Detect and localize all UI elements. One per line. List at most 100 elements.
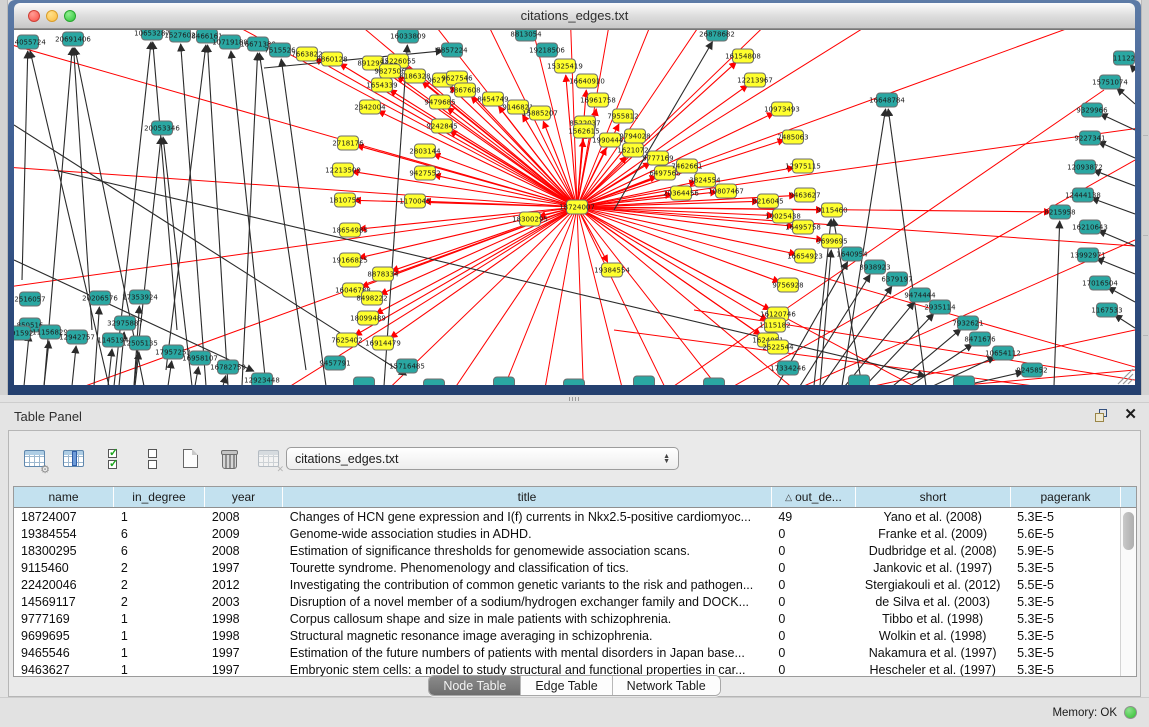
network-node[interactable]: 15325419 bbox=[547, 59, 583, 73]
table-scrollbar-thumb[interactable] bbox=[1123, 512, 1134, 550]
close-panel-icon[interactable]: ✕ bbox=[1124, 407, 1137, 423]
table-cell[interactable]: Disruption of a novel member of a sodium… bbox=[283, 595, 772, 609]
network-node[interactable]: 10654112 bbox=[985, 346, 1021, 360]
network-node[interactable]: 1167533 bbox=[1091, 303, 1122, 317]
split-pane-divider[interactable] bbox=[0, 395, 1149, 403]
table-cell[interactable]: Tourette syndrome. Phenomenology and cla… bbox=[283, 561, 772, 575]
table-row[interactable]: 911546021997Tourette syndrome. Phenomeno… bbox=[14, 559, 1120, 576]
network-node[interactable]: 12975115 bbox=[785, 159, 821, 173]
table-cell[interactable]: 49 bbox=[771, 510, 855, 524]
table-cell[interactable]: 5.3E-5 bbox=[1010, 561, 1120, 575]
column-header-year[interactable]: year bbox=[205, 487, 283, 507]
table-cell[interactable]: Stergiakouli et al. (2012) bbox=[855, 578, 1010, 592]
table-row[interactable]: 1938455462009Genome-wide association stu… bbox=[14, 525, 1120, 542]
network-node[interactable]: 12213509 bbox=[325, 163, 361, 177]
table-cell[interactable]: 0 bbox=[771, 544, 855, 558]
network-node[interactable] bbox=[494, 377, 515, 385]
network-node[interactable]: 9463627 bbox=[789, 188, 820, 202]
show-column-icon[interactable] bbox=[60, 445, 87, 472]
network-node[interactable]: 19218506 bbox=[529, 43, 565, 57]
delete-column-icon[interactable]: ✕ bbox=[255, 445, 282, 472]
network-node[interactable]: 8878334 bbox=[367, 267, 399, 281]
delete-table-icon[interactable] bbox=[216, 445, 243, 472]
table-cell[interactable]: 6 bbox=[114, 527, 205, 541]
table-cell[interactable]: 2012 bbox=[205, 578, 283, 592]
divider-handle-icon[interactable] bbox=[569, 397, 579, 401]
table-cell[interactable]: de Silva et al. (2003) bbox=[855, 595, 1010, 609]
table-cell[interactable]: Franke et al. (2009) bbox=[855, 527, 1010, 541]
column-header-title[interactable]: title bbox=[283, 487, 772, 507]
network-node[interactable]: 18654985 bbox=[332, 223, 368, 237]
table-cell[interactable]: 1997 bbox=[205, 663, 283, 677]
table-cell[interactable]: 5.3E-5 bbox=[1010, 510, 1120, 524]
table-cell[interactable]: 1 bbox=[114, 663, 205, 677]
table-row[interactable]: 1456911722003Disruption of a novel membe… bbox=[14, 593, 1120, 610]
network-node[interactable]: 8471676 bbox=[964, 332, 996, 346]
network-node[interactable]: 16914479 bbox=[365, 336, 401, 350]
zoom-window-button[interactable] bbox=[64, 10, 76, 22]
network-node[interactable]: 9115460 bbox=[816, 203, 847, 217]
network-node[interactable]: 16648784 bbox=[869, 93, 905, 107]
table-cell[interactable]: 0 bbox=[771, 527, 855, 541]
table-cell[interactable]: 1 bbox=[114, 646, 205, 660]
network-node[interactable]: 6379197 bbox=[881, 272, 912, 286]
table-cell[interactable]: 2009 bbox=[205, 527, 283, 541]
table-cell[interactable]: 2 bbox=[114, 595, 205, 609]
network-node[interactable]: 16640910 bbox=[569, 74, 605, 88]
table-row[interactable]: 2242004622012Investigating the contribut… bbox=[14, 576, 1120, 593]
table-cell[interactable]: Dudbridge et al. (2008) bbox=[855, 544, 1010, 558]
table-cell[interactable]: 2 bbox=[114, 561, 205, 575]
table-cell[interactable]: 1997 bbox=[205, 561, 283, 575]
clear-selection-icon[interactable] bbox=[138, 445, 165, 472]
table-cell[interactable]: 5.3E-5 bbox=[1010, 612, 1120, 626]
network-node[interactable]: 2522544 bbox=[762, 340, 794, 354]
table-cell[interactable]: 1998 bbox=[205, 612, 283, 626]
memory-status-indicator[interactable] bbox=[1124, 706, 1137, 719]
table-cell[interactable]: Genome-wide association studies in ADHD. bbox=[283, 527, 772, 541]
table-cell[interactable]: Yano et al. (2008) bbox=[855, 510, 1010, 524]
network-node[interactable]: 2718176 bbox=[332, 136, 364, 150]
network-node[interactable]: 17353924 bbox=[122, 290, 158, 304]
network-node[interactable]: 8215958 bbox=[1044, 205, 1075, 219]
table-cell[interactable]: 5.3E-5 bbox=[1010, 663, 1120, 677]
table-cell[interactable]: 5.3E-5 bbox=[1010, 646, 1120, 660]
table-cell[interactable]: 14569117 bbox=[14, 595, 114, 609]
table-cell[interactable]: 18724007 bbox=[14, 510, 114, 524]
table-cell[interactable]: Estimation of the future numbers of pati… bbox=[283, 646, 772, 660]
table-cell[interactable]: Estimation of significance thresholds fo… bbox=[283, 544, 772, 558]
column-header-pagerank[interactable]: pagerank bbox=[1011, 487, 1121, 507]
network-node[interactable] bbox=[564, 379, 585, 385]
network-node[interactable]: 2516057 bbox=[14, 292, 45, 306]
table-cell[interactable]: Tibbo et al. (1998) bbox=[855, 612, 1010, 626]
table-row[interactable]: 1872400712008Changes of HCN gene express… bbox=[14, 508, 1120, 525]
network-node[interactable]: 11122 bbox=[1113, 51, 1135, 65]
network-node[interactable]: 20053346 bbox=[144, 121, 180, 135]
network-node[interactable]: 16033809 bbox=[390, 30, 426, 43]
table-cell[interactable]: 0 bbox=[771, 561, 855, 575]
network-node[interactable]: 15716485 bbox=[389, 359, 425, 373]
table-cell[interactable]: 0 bbox=[771, 612, 855, 626]
table-cell[interactable]: Corpus callosum shape and size in male p… bbox=[283, 612, 772, 626]
network-node[interactable]: 15751074 bbox=[1092, 75, 1128, 89]
table-cell[interactable]: 2 bbox=[114, 578, 205, 592]
network-node[interactable] bbox=[424, 379, 445, 385]
table-cell[interactable]: 5.3E-5 bbox=[1010, 629, 1120, 643]
table-cell[interactable]: 2008 bbox=[205, 510, 283, 524]
table-cell[interactable]: 1 bbox=[114, 510, 205, 524]
table-cell[interactable]: 2003 bbox=[205, 595, 283, 609]
network-node[interactable]: 9479685 bbox=[424, 95, 455, 109]
table-cell[interactable]: 0 bbox=[771, 595, 855, 609]
network-node[interactable]: 8813054 bbox=[510, 30, 542, 41]
table-cell[interactable]: 1 bbox=[114, 612, 205, 626]
table-cell[interactable]: 1 bbox=[114, 629, 205, 643]
network-node[interactable]: 9457791 bbox=[319, 356, 350, 370]
tab-edge-table[interactable]: Edge Table bbox=[520, 676, 611, 695]
column-header-short[interactable]: short bbox=[856, 487, 1011, 507]
table-row[interactable]: 969969511998Structural magnetic resonanc… bbox=[14, 627, 1120, 644]
table-cell[interactable]: 22420046 bbox=[14, 578, 114, 592]
tab-node-table[interactable]: Node Table bbox=[429, 676, 520, 695]
network-node[interactable] bbox=[634, 376, 655, 385]
network-node[interactable]: 16154808 bbox=[725, 49, 761, 63]
table-settings-icon[interactable]: ⚙ bbox=[21, 445, 48, 472]
float-panel-icon[interactable] bbox=[1095, 409, 1109, 423]
